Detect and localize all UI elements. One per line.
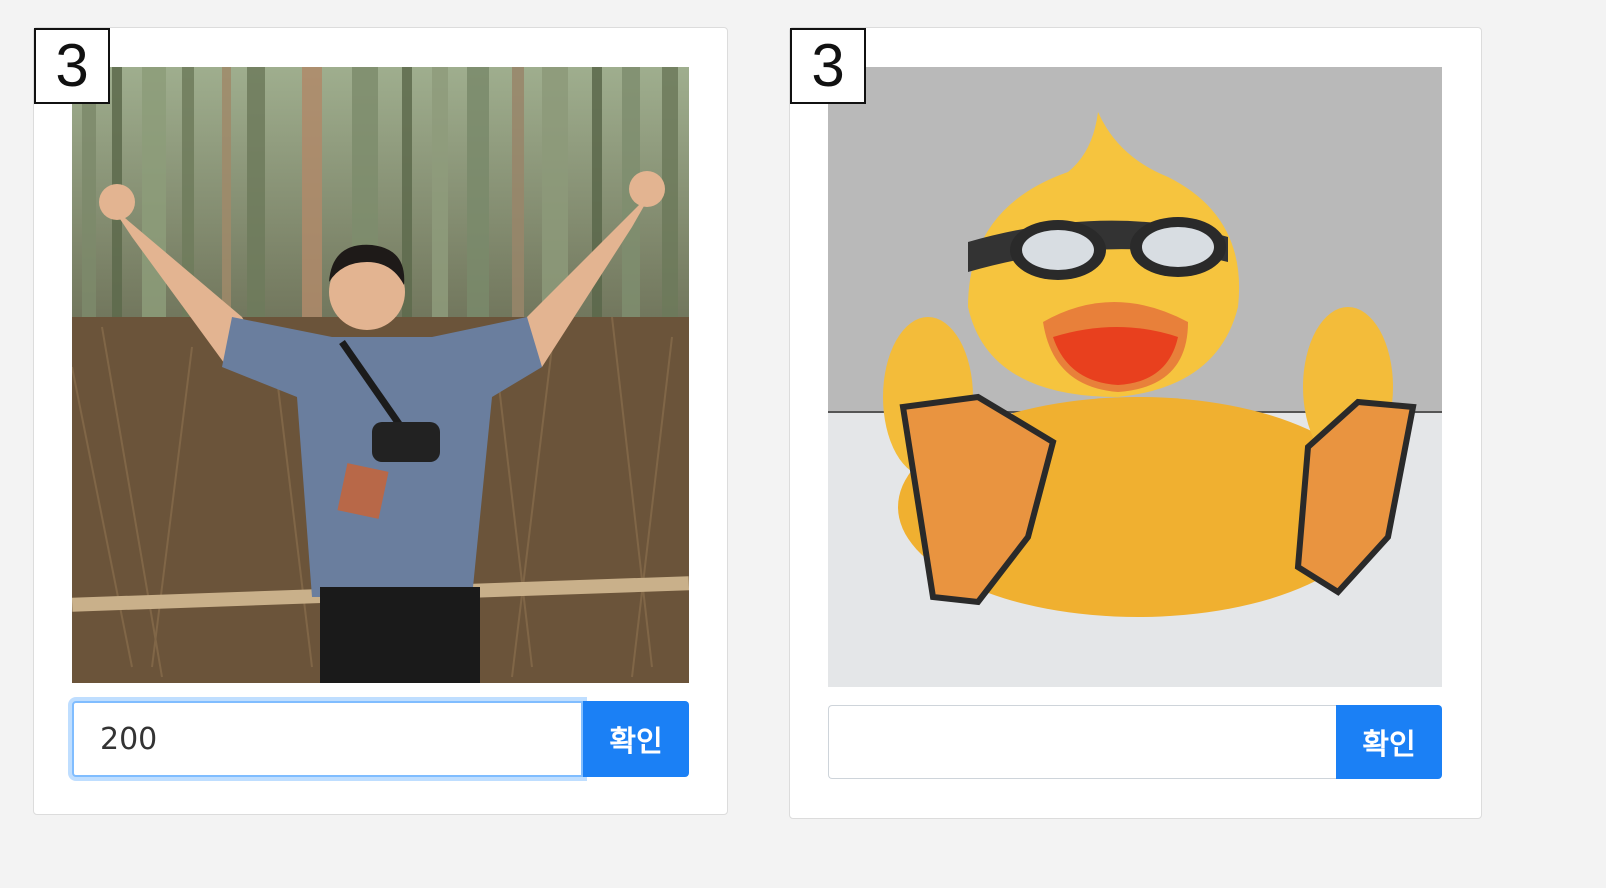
- answer-input[interactable]: [828, 705, 1336, 779]
- rubber-duck-image: [828, 67, 1442, 687]
- quiz-card-2: 3 확인: [789, 27, 1482, 819]
- answer-input-group: 확인: [72, 701, 689, 777]
- card-number-badge: 3: [34, 28, 110, 104]
- card-number-badge: 3: [790, 28, 866, 104]
- confirm-button[interactable]: 확인: [583, 701, 689, 777]
- answer-input[interactable]: [72, 701, 583, 777]
- answer-input-group: 확인: [828, 705, 1442, 779]
- person-in-bamboo-forest-image: [72, 67, 689, 683]
- confirm-button[interactable]: 확인: [1336, 705, 1442, 779]
- quiz-card-1: 3 200 확인: [33, 27, 728, 815]
